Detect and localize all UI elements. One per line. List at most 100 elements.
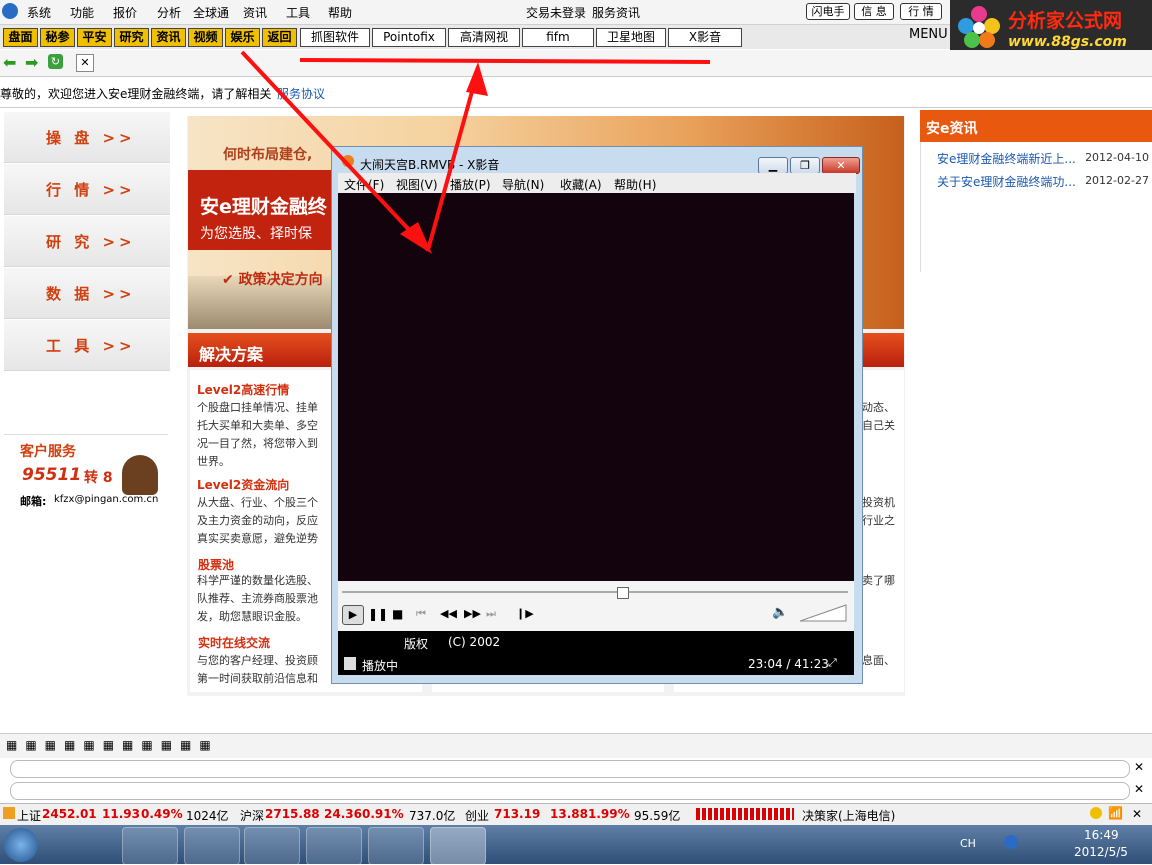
toolbar-btn-pingan[interactable]: 平安 (77, 28, 112, 47)
toolbar-btn-video[interactable]: 视频 (188, 28, 223, 47)
menu-news[interactable]: 资讯 (243, 4, 267, 21)
sidebar-item-research[interactable]: 研 究 >> (4, 216, 170, 267)
toolbar-btn-xplayer[interactable]: X影音 (668, 28, 742, 47)
document-icon (344, 657, 356, 670)
banner-subtitle: 为您选股、择时保 (200, 226, 312, 242)
news-item-title[interactable]: 关于安e理财金融终端功... (937, 173, 1076, 190)
rewind-button[interactable]: ◀◀ (440, 607, 457, 620)
service-agreement-link[interactable]: 服务协议 (277, 85, 325, 102)
toolbar-btn-hdtv[interactable]: 高清网视 (448, 28, 520, 47)
taskbar-paint-icon[interactable] (368, 827, 424, 865)
toolbar-btn-satellite[interactable]: 卫星地图 (596, 28, 666, 47)
toolbar-btn-ent[interactable]: 娱乐 (225, 28, 260, 47)
player-menu-file[interactable]: 文件(F) (344, 176, 384, 193)
player-statusbar: 播放中 23:04 / 41:23 ⤢ (338, 653, 854, 675)
sidebar-item-tools[interactable]: 工 具 >> (4, 320, 170, 371)
play-button[interactable]: ▶ (342, 605, 364, 625)
back-arrow-icon[interactable]: ⬅ (3, 53, 16, 72)
menu-tools[interactable]: 工具 (286, 4, 310, 21)
toolbar-btn-research[interactable]: 研究 (114, 28, 149, 47)
toolbar-btn-back[interactable]: 返回 (262, 28, 297, 47)
toolbar-btn-mican[interactable]: 秘参 (40, 28, 75, 47)
menu-analysis[interactable]: 分析 (157, 4, 181, 21)
seek-thumb[interactable] (617, 587, 629, 599)
info-value: (C) 2002 (448, 635, 501, 649)
player-menu-view[interactable]: 视图(V) (396, 176, 438, 193)
feature-title-stockpool[interactable]: 股票池 (198, 556, 234, 573)
notification-icon[interactable] (1090, 807, 1102, 819)
menu-function[interactable]: 功能 (70, 4, 94, 21)
sidebar-item-trade[interactable]: 操 盘 >> (4, 112, 170, 163)
service-news-link[interactable]: 服务资讯 (592, 4, 640, 21)
frame-step-button[interactable]: ❙▶ (516, 607, 534, 620)
alert-input[interactable] (10, 782, 1130, 800)
service-phone: 95511 (22, 465, 82, 485)
feature-text-right: 动态、 (862, 401, 895, 414)
forward-arrow-icon[interactable]: ➡ (25, 53, 38, 72)
toolbar-btn-pointofix[interactable]: Pointofix (372, 28, 446, 47)
email-label: 邮箱: (20, 495, 47, 508)
taskbar-globe-icon[interactable] (306, 827, 362, 865)
sz-volume: 737.0亿 (409, 809, 456, 823)
feature-title-fundflow[interactable]: Level2资金流向 (197, 476, 289, 493)
chart-tool-icons[interactable]: ▦▦▦▦▦▦▦▦▦▦▦ (6, 738, 219, 752)
stop-button[interactable]: ■ (392, 607, 403, 621)
pause-button[interactable]: ❚❚ (368, 607, 388, 621)
fast-forward-button[interactable]: ▶▶ (464, 607, 481, 620)
help-tray-icon[interactable] (1004, 835, 1018, 849)
player-titlebar[interactable]: 大闹天宫B.RMVB - X影音 ▁ ❐ ✕ (336, 151, 860, 174)
sidebar-item-data[interactable]: 数 据 >> (4, 268, 170, 319)
server-name[interactable]: 决策家(上海电信) (802, 807, 895, 824)
news-item-date: 2012-04-10 (1085, 151, 1149, 164)
taskbar-folder-icon[interactable] (184, 827, 240, 865)
feature-title-chat[interactable]: 实时在线交流 (198, 634, 270, 651)
stop-icon[interactable]: ✕ (76, 54, 94, 72)
prev-button[interactable]: ⏮ (416, 607, 426, 621)
sidebar-item-quotes[interactable]: 行 情 >> (4, 164, 170, 215)
close-button[interactable]: ✕ (822, 157, 860, 174)
sz-change: 24.36 (324, 807, 362, 821)
next-button[interactable]: ⏭ (486, 607, 496, 621)
clock-time[interactable]: 16:49 (1084, 828, 1119, 842)
cy-index: 713.19 (494, 807, 541, 821)
player-menu-help[interactable]: 帮助(H) (614, 176, 656, 193)
feature-text: 及主力资金的动向，反应 (197, 514, 318, 527)
menu-quote[interactable]: 报价 (113, 4, 137, 21)
flash-trade-button[interactable]: 闪电手 (806, 3, 850, 20)
video-area[interactable] (338, 193, 854, 581)
menu-global[interactable]: 全球通 (193, 4, 229, 21)
taskbar-xplayer-icon[interactable] (430, 827, 486, 865)
seek-track[interactable] (342, 591, 848, 593)
taskbar-app-g-icon[interactable] (244, 827, 300, 865)
close-icon[interactable]: ✕ (1134, 782, 1144, 796)
menu-help[interactable]: 帮助 (328, 4, 352, 21)
toolbar-btn-news[interactable]: 资讯 (151, 28, 186, 47)
refresh-icon[interactable]: ↻ (48, 54, 63, 69)
menu-system[interactable]: 系统 (27, 4, 51, 21)
input-language[interactable]: CH (960, 837, 976, 850)
toolbar-btn-panmian[interactable]: 盘面 (3, 28, 38, 47)
volume-slider[interactable] (800, 603, 848, 623)
toolbar-btn-fifm[interactable]: fifm (522, 28, 594, 47)
minimize-button[interactable]: ▁ (758, 157, 788, 174)
player-menu-navigate[interactable]: 导航(N) (502, 176, 544, 193)
command-input[interactable] (10, 760, 1130, 778)
player-menu-favorites[interactable]: 收藏(A) (560, 176, 602, 193)
player-menu-play[interactable]: 播放(P) (450, 176, 491, 193)
start-button[interactable] (4, 828, 38, 862)
close-icon[interactable]: ✕ (1132, 807, 1142, 821)
menu-label[interactable]: MENU (909, 27, 948, 42)
quote-button[interactable]: 行 情 (900, 3, 942, 20)
toolbar-btn-capture[interactable]: 抓图软件 (300, 28, 370, 47)
feature-title-level2[interactable]: Level2高速行情 (197, 381, 289, 398)
info-button[interactable]: 信 息 (854, 3, 894, 20)
feature-text: 科学严谨的数量化选股、 (197, 574, 318, 587)
maximize-button[interactable]: ❐ (790, 157, 820, 174)
news-item-title[interactable]: 安e理财金融终端新近上... (937, 150, 1076, 167)
clock-date[interactable]: 2012/5/5 (1074, 845, 1128, 859)
fullscreen-icon[interactable]: ⤢ (828, 656, 837, 670)
video-player-window[interactable]: 大闹天宫B.RMVB - X影音 ▁ ❐ ✕ 文件(F) 视图(V) 播放(P)… (331, 146, 863, 684)
volume-icon[interactable]: 🔈 (772, 605, 788, 620)
close-icon[interactable]: ✕ (1134, 760, 1144, 774)
taskbar-ie-icon[interactable] (122, 827, 178, 865)
